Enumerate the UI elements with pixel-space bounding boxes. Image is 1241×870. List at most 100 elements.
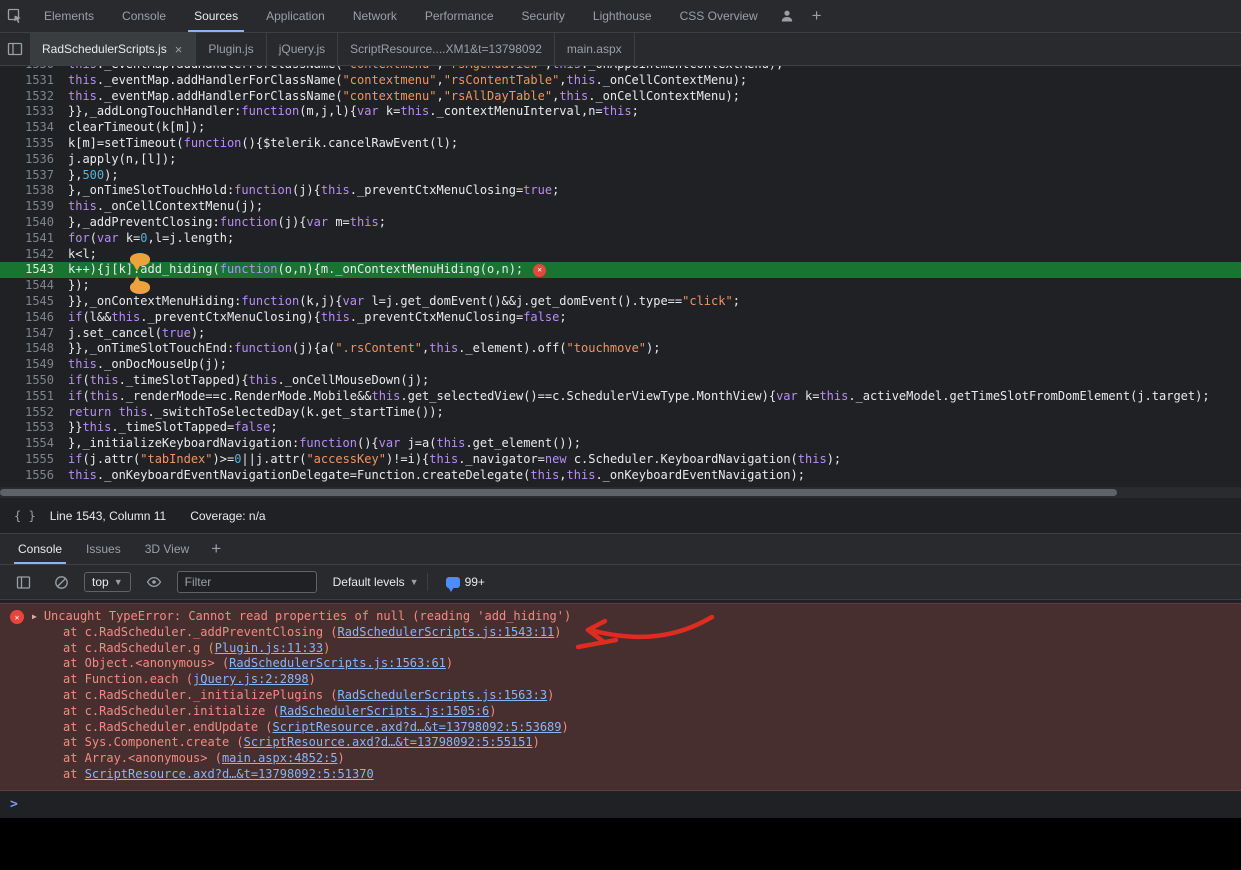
line-number[interactable]: 1532 xyxy=(0,89,68,105)
clear-console-icon[interactable] xyxy=(46,569,76,595)
issues-counter[interactable]: 99+ xyxy=(446,575,485,589)
line-number[interactable]: 1549 xyxy=(0,357,68,373)
code-line-1538[interactable]: 1538},_onTimeSlotTouchHold:function(j){t… xyxy=(0,183,1241,199)
live-expression-eye-icon[interactable] xyxy=(139,569,169,595)
code-line-1544[interactable]: 1544}); xyxy=(0,278,1241,294)
line-number[interactable]: 1539 xyxy=(0,199,68,215)
line-number[interactable]: 1555 xyxy=(0,452,68,468)
file-tab-plugin-js[interactable]: Plugin.js xyxy=(196,33,266,65)
code-line-1551[interactable]: 1551if(this._renderMode==c.RenderMode.Mo… xyxy=(0,389,1241,405)
add-panel-icon[interactable]: + xyxy=(802,6,832,26)
source-location-link[interactable]: main.aspx:4852:5 xyxy=(222,751,338,765)
horizontal-scrollbar[interactable] xyxy=(0,487,1241,498)
code-line-1550[interactable]: 1550if(this._timeSlotTapped){this._onCel… xyxy=(0,373,1241,389)
code-line-1549[interactable]: 1549this._onDocMouseUp(j); xyxy=(0,357,1241,373)
code-line-1555[interactable]: 1555if(j.attr("tabIndex")>=0||j.attr("ac… xyxy=(0,452,1241,468)
file-tab-main-aspx[interactable]: main.aspx xyxy=(555,33,635,65)
log-levels-dropdown[interactable]: Default levels ▼ xyxy=(333,575,419,589)
line-number[interactable]: 1545 xyxy=(0,294,68,310)
line-number[interactable]: 1543 xyxy=(0,262,68,278)
code-line-1532[interactable]: 1532this._eventMap.addHandlerForClassNam… xyxy=(0,89,1241,105)
pretty-print-icon[interactable]: { } xyxy=(10,509,40,523)
devtools-tab-network[interactable]: Network xyxy=(339,0,411,32)
source-location-link[interactable]: RadSchedulerScripts.js:1543:11 xyxy=(338,625,555,639)
console-prompt[interactable]: > xyxy=(0,791,1241,818)
code-line-1543[interactable]: 1543k++){j[k].add_hiding(function(o,n){m… xyxy=(0,262,1241,278)
code-line-1547[interactable]: 1547j.set_cancel(true); xyxy=(0,326,1241,342)
line-number[interactable]: 1534 xyxy=(0,120,68,136)
code-line-1536[interactable]: 1536j.apply(n,[l]); xyxy=(0,152,1241,168)
file-tab-scriptresource-xm1-t-13798092[interactable]: ScriptResource....XM1&t=13798092 xyxy=(338,33,555,65)
code-line-1556[interactable]: 1556this._onKeyboardEventNavigationDeleg… xyxy=(0,468,1241,484)
line-number[interactable]: 1546 xyxy=(0,310,68,326)
line-number[interactable]: 1538 xyxy=(0,183,68,199)
source-location-link[interactable]: Plugin.js:11:33 xyxy=(215,641,323,655)
line-number[interactable]: 1553 xyxy=(0,420,68,436)
file-tab-jquery-js[interactable]: jQuery.js xyxy=(267,33,338,65)
line-number[interactable]: 1533 xyxy=(0,104,68,120)
inspect-element-icon[interactable] xyxy=(0,3,30,29)
file-tab-radschedulerscripts-js[interactable]: RadSchedulerScripts.js× xyxy=(30,33,196,65)
source-location-link[interactable]: RadSchedulerScripts.js:1505:6 xyxy=(280,704,490,718)
source-location-link[interactable]: ScriptResource.axd?d…&t=13798092:5:55151 xyxy=(244,735,533,749)
code-line-1548[interactable]: 1548}},_onTimeSlotTouchEnd:function(j){a… xyxy=(0,341,1241,357)
line-number[interactable]: 1551 xyxy=(0,389,68,405)
code-line-1530[interactable]: 1530this._eventMap.addHandlerForClassNam… xyxy=(0,66,1241,73)
user-person-icon[interactable] xyxy=(772,3,802,29)
code-line-1537[interactable]: 1537},500); xyxy=(0,168,1241,184)
devtools-tab-console[interactable]: Console xyxy=(108,0,180,32)
code-line-1533[interactable]: 1533}},_addLongTouchHandler:function(m,j… xyxy=(0,104,1241,120)
drawer-tab-3d-view[interactable]: 3D View xyxy=(133,534,201,564)
drawer-tab-issues[interactable]: Issues xyxy=(74,534,133,564)
console-filter-input[interactable] xyxy=(177,571,317,593)
source-location-link[interactable]: ScriptResource.axd?d…&t=13798092:5:53689 xyxy=(273,720,562,734)
source-location-link[interactable]: RadSchedulerScripts.js:1563:61 xyxy=(229,656,446,670)
add-drawer-tab-icon[interactable]: + xyxy=(201,539,231,559)
devtools-tab-sources[interactable]: Sources xyxy=(180,0,252,32)
devtools-tab-performance[interactable]: Performance xyxy=(411,0,508,32)
devtools-tab-security[interactable]: Security xyxy=(508,0,579,32)
code-line-1546[interactable]: 1546if(l&&this._preventCtxMenuClosing){t… xyxy=(0,310,1241,326)
devtools-tab-lighthouse[interactable]: Lighthouse xyxy=(579,0,666,32)
devtools-tab-elements[interactable]: Elements xyxy=(30,0,108,32)
navigator-toggle-icon[interactable] xyxy=(0,36,30,62)
line-number[interactable]: 1531 xyxy=(0,73,68,89)
source-location-link[interactable]: jQuery.js:2:2898 xyxy=(193,672,309,686)
line-number[interactable]: 1547 xyxy=(0,326,68,342)
line-number[interactable]: 1541 xyxy=(0,231,68,247)
close-tab-icon[interactable]: × xyxy=(174,42,184,57)
source-editor[interactable]: 1530this._eventMap.addHandlerForClassNam… xyxy=(0,66,1241,498)
line-number[interactable]: 1552 xyxy=(0,405,68,421)
line-number[interactable]: 1537 xyxy=(0,168,68,184)
line-number[interactable]: 1542 xyxy=(0,247,68,263)
line-number[interactable]: 1530 xyxy=(0,66,68,73)
code-line-1541[interactable]: 1541for(var k=0,l=j.length; xyxy=(0,231,1241,247)
line-number[interactable]: 1548 xyxy=(0,341,68,357)
code-line-1534[interactable]: 1534clearTimeout(k[m]); xyxy=(0,120,1241,136)
source-location-link[interactable]: RadSchedulerScripts.js:1563:3 xyxy=(338,688,548,702)
line-number[interactable]: 1556 xyxy=(0,468,68,484)
scrollbar-thumb[interactable] xyxy=(0,489,1117,496)
drawer-tab-console[interactable]: Console xyxy=(6,534,74,564)
console-sidebar-icon[interactable] xyxy=(8,569,38,595)
code-line-1545[interactable]: 1545}},_onContextMenuHiding:function(k,j… xyxy=(0,294,1241,310)
devtools-tab-application[interactable]: Application xyxy=(252,0,339,32)
code-line-1535[interactable]: 1535k[m]=setTimeout(function(){$telerik.… xyxy=(0,136,1241,152)
code-line-1552[interactable]: 1552return this._switchToSelectedDay(k.g… xyxy=(0,405,1241,421)
line-number[interactable]: 1540 xyxy=(0,215,68,231)
code-line-1539[interactable]: 1539this._onCellContextMenu(j); xyxy=(0,199,1241,215)
line-number[interactable]: 1554 xyxy=(0,436,68,452)
code-line-1553[interactable]: 1553}}this._timeSlotTapped=false; xyxy=(0,420,1241,436)
line-number[interactable]: 1536 xyxy=(0,152,68,168)
expand-triangle-icon[interactable]: ▶ xyxy=(32,609,37,625)
code-line-1540[interactable]: 1540},_addPreventClosing:function(j){var… xyxy=(0,215,1241,231)
code-line-1554[interactable]: 1554},_initializeKeyboardNavigation:func… xyxy=(0,436,1241,452)
source-location-link[interactable]: ScriptResource.axd?d…&t=13798092:5:51370 xyxy=(85,767,374,781)
javascript-context-select[interactable]: top ▼ xyxy=(84,572,131,592)
line-number[interactable]: 1544 xyxy=(0,278,68,294)
devtools-tab-css-overview[interactable]: CSS Overview xyxy=(666,0,772,32)
line-number[interactable]: 1535 xyxy=(0,136,68,152)
line-number[interactable]: 1550 xyxy=(0,373,68,389)
code-line-1531[interactable]: 1531this._eventMap.addHandlerForClassNam… xyxy=(0,73,1241,89)
code-line-1542[interactable]: 1542k<l; xyxy=(0,247,1241,263)
